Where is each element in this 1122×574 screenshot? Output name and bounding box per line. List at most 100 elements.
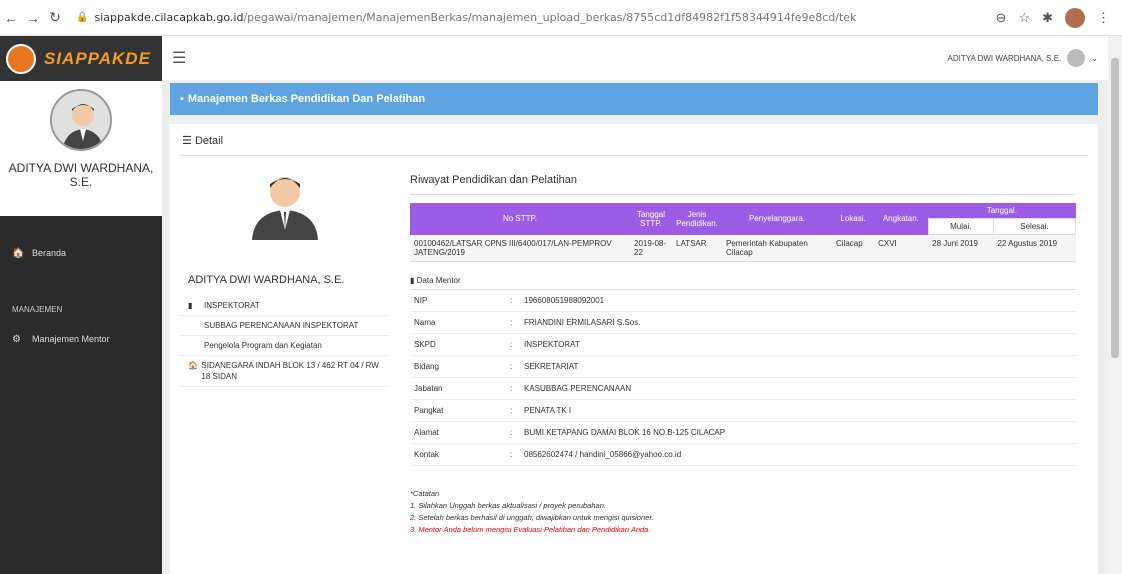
mentor-value: SEKRETARIAT <box>524 361 579 371</box>
cogs-icon: ⚙ <box>12 333 21 345</box>
info-jabatan: Pengelola Program dan Kegiatan <box>180 336 390 356</box>
mentor-value: KASUBBAG PERENCANAAN <box>524 383 632 393</box>
col-angkatan: Angkatan. <box>874 203 929 235</box>
forward-icon[interactable]: → <box>22 10 44 26</box>
browser-toolbar: ← → ↻ 🔒 siappakde.cilacapkab.go.id/pegaw… <box>0 0 1122 36</box>
menu-icon[interactable]: ⋮ <box>1097 10 1110 26</box>
cell-angkatan: CXVI <box>874 234 929 262</box>
profile-avatar[interactable] <box>1065 7 1085 28</box>
url-host: siappakde.cilacapkab.go.id <box>94 11 244 24</box>
mentor-key: Pangkat <box>414 405 444 415</box>
mentor-key: Bidang <box>414 361 439 371</box>
info-subbag: SUBBAG PERENCANAAN INSPEKTORAT <box>180 316 390 336</box>
top-user-menu[interactable]: ADITYA DWI WARDHANA, S.E. ⌄ <box>947 49 1098 67</box>
cell-mulai: 28 Juni 2019 <box>928 234 994 262</box>
info-subbag-text: SUBBAG PERENCANAAN INSPEKTORAT <box>204 321 359 330</box>
scroll-thumb[interactable] <box>1111 58 1119 358</box>
zoom-icon[interactable]: ⊖ <box>996 10 1007 26</box>
star-icon[interactable]: ☆ <box>1018 10 1030 26</box>
lock-icon: 🔒 <box>76 12 89 23</box>
cell-jenis: LATSAR <box>672 234 722 262</box>
col-no: No STTP. <box>410 203 630 235</box>
panel-title-text: Detail <box>194 135 224 147</box>
mentor-key: Nama <box>414 317 436 327</box>
divider <box>180 155 1088 156</box>
info-unit: ▮ INSPEKTORAT <box>180 296 390 316</box>
note-1: 1. Silahkan Unggah berkas aktualisasi / … <box>410 500 606 510</box>
sidebar-item-manajemen-mentor[interactable]: ⚙ Manajemen Mentor <box>0 324 162 354</box>
mentor-row: NIP:196608051988092001 <box>410 290 1076 312</box>
page-header: ▪ Manajemen Berkas Pendidikan Dan Pelati… <box>170 83 1098 115</box>
info-alamat: 🏠 SIDANEGARA INDAH BLOK 13 / 462 RT 04 / … <box>180 356 390 387</box>
mentor-list: NIP:196608051988092001 Nama: FRIANDINI ER… <box>410 288 1076 466</box>
mentor-row: Nama: FRIANDINI ERMILASARI S.Sos. <box>410 312 1076 334</box>
user-avatar <box>50 89 112 151</box>
col-mulai: Mulai. <box>927 218 994 235</box>
cell-lokasi: Cilacap <box>832 234 875 262</box>
mentor-title-text: Data Mentor <box>416 275 461 285</box>
cell-penyelenggara: Pemerintah Kabupaten Cilacap <box>722 234 832 262</box>
list-icon: ☰ <box>182 135 192 147</box>
profile-column: ADITYA DWI WARDHANA, S.E. ▮ INSPEKTORAT S… <box>180 164 390 387</box>
folder-icon: ▪ <box>180 93 184 105</box>
detail-column: Riwayat Pendidikan dan Pelatihan No STTP… <box>410 164 1077 536</box>
mentor-key: Jabatan <box>414 383 443 393</box>
col-lokasi: Lokasi. <box>832 203 875 235</box>
table-row: 00100462/LATSAR CPNS III/6400/017/LAN-PE… <box>410 234 1076 262</box>
sidebar-user-name: ADITYA DWI WARDHANA, S.E. <box>8 161 154 189</box>
main-content: ▪ Manajemen Berkas Pendidikan Dan Pelati… <box>162 81 1108 574</box>
note-3: 3. Mentor Anda belum mengisi Evaluasi Pe… <box>410 524 651 534</box>
home-icon: 🏠 <box>188 361 198 370</box>
mentor-key: Alamat <box>414 427 439 437</box>
address-bar[interactable]: 🔒 siappakde.cilacapkab.go.id/pegawai/man… <box>76 11 996 24</box>
mentor-value: PENATA TK I <box>524 405 572 415</box>
reload-icon[interactable]: ↻ <box>44 9 66 26</box>
brand-logo <box>6 43 36 74</box>
top-navbar: ☰ ADITYA DWI WARDHANA, S.E. ⌄ <box>162 36 1108 81</box>
mentor-key: NIP <box>414 295 428 305</box>
back-icon[interactable]: ← <box>0 10 22 26</box>
riwayat-table: No STTP. Tanggal STTP. Jenis Pendidikan.… <box>410 203 1077 262</box>
top-user-name: ADITYA DWI WARDHANA, S.E. <box>947 53 1062 63</box>
scrollbar[interactable] <box>1108 36 1122 574</box>
profile-photo <box>240 170 330 240</box>
mentor-value: BUMI KETAPANG DAMAI BLOK 16 NO.B-125 CIL… <box>524 427 726 437</box>
cell-selesai: 22 Agustus 2019 <box>993 234 1076 262</box>
notes-title: *Catatan <box>410 488 440 498</box>
mentor-row: Pangkat: PENATA TK I <box>410 400 1076 422</box>
building-icon: ▮ <box>188 301 193 310</box>
extensions-icon[interactable]: ✱ <box>1042 10 1053 26</box>
info-jabatan-text: Pengelola Program dan Kegiatan <box>204 341 322 350</box>
detail-panel: ☰ Detail ADITYA DWI WARDHANA, S.E. ▮ INSP… <box>170 124 1098 574</box>
hamburger-icon[interactable]: ☰ <box>172 48 186 68</box>
col-jenis: Jenis Pendidikan. <box>672 203 722 235</box>
home-icon: 🏠 <box>12 247 25 259</box>
panel-title: ☰ Detail <box>182 134 223 147</box>
note-2: 2. Setelah berkas berhasil di unggah, di… <box>410 512 654 522</box>
sidebar-item-label: Manajemen Mentor <box>32 334 110 344</box>
mentor-title: ▮ Data Mentor <box>410 276 1076 285</box>
mentor-value: 196608051988092001 <box>524 295 605 305</box>
mentor-key: SKPD <box>414 339 436 349</box>
sidebar: SIAPPAKDE ADITYA DWI WARDHANA, S.E. 🏠 Be… <box>0 36 162 574</box>
cell-tanggal: 2019-08-22 <box>630 234 672 262</box>
mentor-row: Bidang: SEKRETARIAT <box>410 356 1076 378</box>
mentor-key: Kontak <box>414 449 439 459</box>
mentor-row: Jabatan: KASUBBAG PERENCANAAN <box>410 378 1076 400</box>
mentor-row: SKPD: INSPEKTORAT <box>410 334 1076 356</box>
profile-name: ADITYA DWI WARDHANA, S.E. <box>188 274 345 286</box>
col-penyelenggara: Penyelanggara. <box>722 203 832 235</box>
brand-name: SIAPPAKDE <box>44 48 151 68</box>
user-panel: ADITYA DWI WARDHANA, S.E. <box>0 81 162 216</box>
brand[interactable]: SIAPPAKDE <box>0 36 162 81</box>
sidebar-item-label: Beranda <box>32 248 67 258</box>
notes: *Catatan 1. Silahkan Unggah berkas aktua… <box>410 488 1076 536</box>
file-icon: ▮ <box>410 275 415 285</box>
mentor-value: INSPEKTORAT <box>524 339 580 349</box>
mentor-value: FRIANDINI ERMILASARI S.Sos. <box>524 317 641 327</box>
cell-no: 00100462/LATSAR CPNS III/6400/017/LAN-PE… <box>410 234 630 262</box>
mentor-value: 08562602474 / handini_05866@yahoo.co.id <box>524 449 682 459</box>
sidebar-item-beranda[interactable]: 🏠 Beranda <box>0 238 162 268</box>
col-selesai: Selesai. <box>992 218 1077 235</box>
top-user-avatar <box>1067 49 1086 67</box>
